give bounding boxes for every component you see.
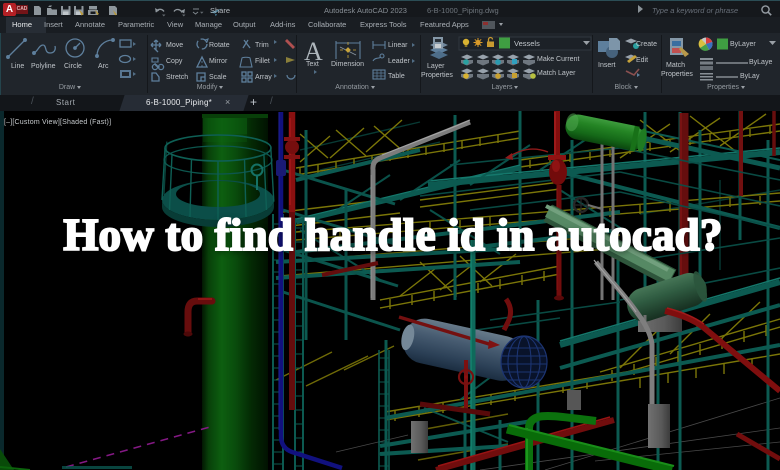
svg-text:Vessels: Vessels	[514, 39, 540, 48]
